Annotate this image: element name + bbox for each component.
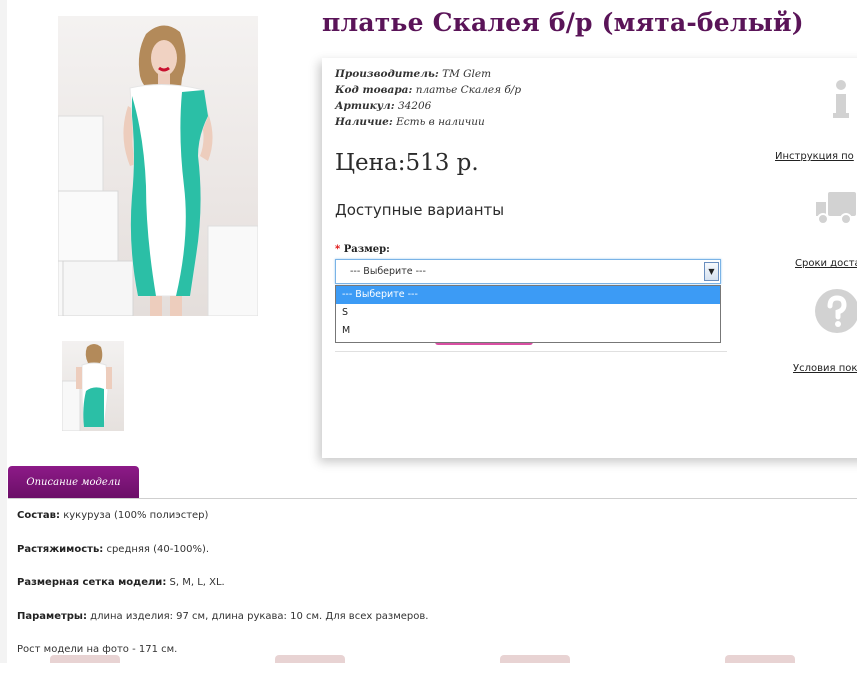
description-label: Растяжимость: [17,543,104,555]
size-select[interactable]: --- Выберите --- ▼ [335,259,721,284]
meta-manufacturer: Производитель: TM Glem [335,66,521,82]
product-title: платье Скалея б/р (мята-белый) [322,8,804,37]
tab-description[interactable]: Описание модели [8,466,139,499]
size-select-value: --- Выберите --- [350,266,426,277]
variants-heading: Доступные варианты [335,201,505,219]
description-value: кукуруза (100% полиэстер) [60,510,209,521]
decor-shape [500,655,570,663]
meta-value[interactable]: TM Glem [442,68,491,80]
description-panel: Состав: кукуруза (100% полиэстер) Растяж… [17,510,428,678]
instructions-link[interactable]: Инструкция по [775,151,854,162]
dress-back-photo [62,344,112,431]
description-line: Рост модели на фото - 171 см. [17,644,428,655]
delivery-link[interactable]: Сроки доста [795,258,857,269]
left-edge-strip [0,0,7,663]
conditions-link[interactable]: Условия пок [793,363,857,374]
product-price: Цена:513 р. [335,150,479,176]
meta-article: Артикул: 34206 [335,98,521,114]
product-meta: Производитель: TM Glem Код товара: плать… [335,66,521,130]
description-line: Растяжимость: средняя (40-100%). [17,544,428,555]
size-label-text: Размер: [343,244,390,255]
dress-model-photo [58,25,258,316]
size-dropdown-list[interactable]: --- Выберите --- S M [335,285,721,343]
description-value: Рост модели на фото - 171 см. [17,644,178,655]
description-value: S, M, L, XL. [166,577,225,588]
description-label: Состав: [17,510,61,521]
product-info-panel: Производитель: TM Glem Код товара: плать… [322,58,857,458]
info-icon[interactable] [828,78,854,120]
meta-label: Производитель: [335,68,439,80]
product-main-image[interactable] [58,16,258,316]
description-line: Параметры: длина изделия: 97 см, длина р… [17,611,428,622]
bottom-decor-strip [0,655,857,663]
meta-value: Есть в наличии [396,116,485,128]
meta-value: платье Скалея б/р [415,84,522,96]
size-label: * Размер: [335,244,390,255]
description-line: Состав: кукуруза (100% полиэстер) [17,510,428,521]
description-value: средняя (40-100%). [103,543,210,555]
chevron-down-icon[interactable]: ▼ [704,262,719,281]
question-icon[interactable] [814,288,857,334]
truck-icon[interactable] [814,188,856,228]
product-thumbnail[interactable] [62,341,124,431]
size-option-s[interactable]: S [336,304,720,322]
description-line: Размерная сетка модели: S, M, L, XL. [17,577,428,588]
meta-label: Артикул: [335,100,395,112]
divider [335,351,727,352]
size-option-m[interactable]: M [336,322,720,340]
size-option-placeholder[interactable]: --- Выберите --- [336,286,720,304]
required-marker: * [335,244,341,255]
description-value: длина изделия: 97 см, длина рукава: 10 с… [86,610,429,622]
meta-value: 34206 [397,100,432,112]
decor-shape [275,655,345,663]
meta-label: Код товара: [335,84,413,96]
decor-shape [725,655,795,663]
meta-label: Наличие: [335,116,393,128]
meta-availability: Наличие: Есть в наличии [335,114,521,130]
meta-product-code: Код товара: платье Скалея б/р [335,82,521,98]
tab-divider [8,498,857,499]
description-label: Параметры: [17,610,87,622]
description-label: Размерная сетка модели: [17,577,167,588]
decor-shape [50,655,120,663]
